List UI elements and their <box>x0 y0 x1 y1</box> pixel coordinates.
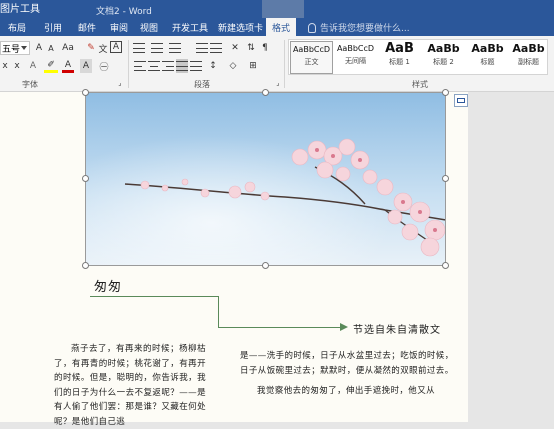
picture-tools-label: 图片工具 <box>0 4 40 15</box>
highlight-icon[interactable]: ✐ <box>44 59 58 73</box>
chevron-down-icon <box>21 46 27 50</box>
align-right-icon[interactable] <box>162 59 174 73</box>
dialog-launcher-icon[interactable]: ⌟ <box>116 79 124 87</box>
callout-line <box>218 327 342 328</box>
increase-indent-icon[interactable] <box>210 41 222 55</box>
char-border-button[interactable]: A <box>110 41 122 53</box>
tab-mailings[interactable]: 邮件 <box>78 21 96 34</box>
style-no-spacing[interactable]: AaBbCcD 无间隔 <box>334 41 377 74</box>
align-center-icon[interactable] <box>148 59 160 73</box>
line-spacing-icon[interactable]: ↕ <box>206 59 220 73</box>
shrink-font-button[interactable]: A <box>45 41 57 55</box>
font-size-value: 五号 <box>2 44 21 55</box>
style-normal[interactable]: AaBbCcD 正文 <box>290 41 333 74</box>
distributed-icon[interactable] <box>190 59 202 73</box>
resize-handle-n[interactable] <box>262 89 269 96</box>
tab-review[interactable]: 审阅 <box>110 21 128 34</box>
callout-line <box>218 296 219 328</box>
document-heading: 匆匆 <box>94 280 123 295</box>
resize-handle-ne[interactable] <box>442 89 449 96</box>
resize-handle-nw[interactable] <box>82 89 89 96</box>
chinese-layout-icon[interactable]: ✕ <box>228 41 242 55</box>
change-case-button[interactable]: Aa <box>60 41 76 55</box>
layout-options-icon[interactable] <box>454 94 468 107</box>
borders-icon[interactable]: ⊞ <box>246 59 260 73</box>
callout-line <box>90 296 219 297</box>
style-title[interactable]: AaBb 标题 <box>466 41 509 74</box>
dialog-launcher-icon[interactable]: ⌟ <box>274 79 282 87</box>
selected-picture[interactable] <box>85 92 446 266</box>
bullets-icon[interactable] <box>132 41 146 55</box>
show-marks-icon[interactable]: ¶ <box>260 41 270 55</box>
resize-handle-s[interactable] <box>262 262 269 269</box>
enclose-char-icon[interactable]: ㊀ <box>98 59 110 73</box>
font-color-button[interactable]: A <box>62 59 74 73</box>
resize-handle-w[interactable] <box>82 175 89 182</box>
phonetic-guide-icon[interactable]: 文 <box>98 41 108 55</box>
tab-view[interactable]: 视图 <box>140 21 158 34</box>
tab-layout[interactable]: 布局 <box>8 21 26 34</box>
tab-format[interactable]: 格式 <box>266 18 297 36</box>
cherry-blossom-image <box>85 92 446 266</box>
styles-group-label: 样式 <box>412 80 428 89</box>
tab-developer[interactable]: 开发工具 <box>172 21 208 34</box>
multilevel-list-icon[interactable] <box>168 41 182 55</box>
style-subtitle[interactable]: AaBb 副标题 <box>507 41 550 74</box>
grow-font-button[interactable]: A <box>33 41 45 55</box>
right-column-paragraph: 是——洗手的时候，日子从水盆里过去；吃饭的时候，日子从饭碗里过去；默默时，便从凝… <box>240 351 454 376</box>
decrease-indent-icon[interactable] <box>196 41 208 55</box>
char-shading-button[interactable]: A <box>80 59 92 73</box>
font-size-box[interactable]: 五号 <box>0 41 30 55</box>
numbering-icon[interactable] <box>150 41 164 55</box>
ribbon-separator <box>284 40 285 88</box>
resize-handle-se[interactable] <box>442 262 449 269</box>
ribbon-tab-row: 布局 引用 邮件 审阅 视图 开发工具 新建选项卡 格式 告诉我您想要做什么..… <box>0 18 554 36</box>
document-subtitle: 节选自朱自清散文 <box>353 325 441 336</box>
ribbon-separator <box>128 40 129 88</box>
paragraph-group-label: 段落 <box>194 80 210 89</box>
left-column-text: 燕子去了，有再来的时候；杨柳枯了，有再青的时候；桃花谢了，有再开的时候。但是，聪… <box>54 344 206 427</box>
styles-gallery: AaBbCcD 正文 AaBbCcD 无间隔 AaB 标题 1 AaBb 标题 … <box>288 39 548 75</box>
right-column-paragraph: 我觉察他去的匆匆了，伸出手遮挽时，他又从 <box>257 386 436 396</box>
resize-handle-sw[interactable] <box>82 262 89 269</box>
tab-new-tab[interactable]: 新建选项卡 <box>218 21 263 34</box>
clear-format-icon[interactable]: ✎ <box>86 41 96 55</box>
shading-icon[interactable]: ◇ <box>226 59 240 73</box>
text-effects-icon[interactable]: A <box>28 59 38 73</box>
style-heading-1[interactable]: AaB 标题 1 <box>378 41 421 74</box>
sort-icon[interactable]: ⇅ <box>246 41 256 55</box>
resize-handle-e[interactable] <box>442 175 449 182</box>
subscript-button[interactable]: x <box>0 59 10 73</box>
justify-icon[interactable] <box>176 59 188 73</box>
arrow-icon <box>340 323 348 331</box>
right-column: 是——洗手的时候，日子从水盆里过去；吃饭的时候，日子从饭碗里过去；默默时，便从凝… <box>240 349 454 399</box>
font-group-label: 字体 <box>22 80 38 89</box>
superscript-button[interactable]: x <box>12 59 22 73</box>
align-left-icon[interactable] <box>134 59 146 73</box>
lightbulb-icon <box>308 22 316 33</box>
window-title: 文档2 - Word <box>96 7 152 17</box>
tell-me-placeholder: 告诉我您想要做什么... <box>320 24 410 34</box>
style-heading-2[interactable]: AaBb 标题 2 <box>422 41 465 74</box>
tell-me-box[interactable]: 告诉我您想要做什么... <box>308 21 410 34</box>
tab-references[interactable]: 引用 <box>44 21 62 34</box>
